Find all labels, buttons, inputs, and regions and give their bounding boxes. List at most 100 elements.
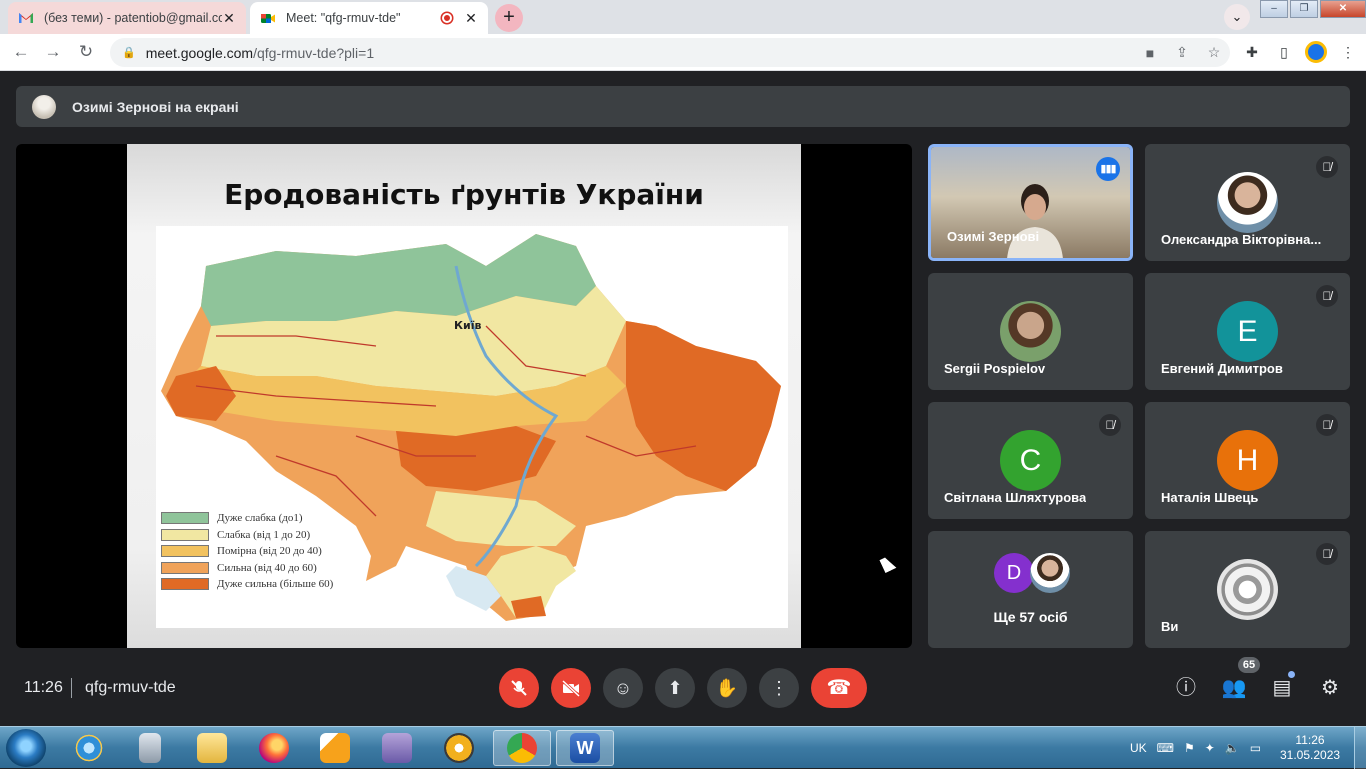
taskbar-app-word[interactable]: W (556, 730, 614, 766)
recording-icon (442, 13, 452, 23)
lock-icon: 🔒 (122, 47, 136, 59)
profile-avatar[interactable] (1300, 39, 1332, 65)
gmail-icon (19, 13, 33, 23)
taskbar-app-save[interactable] (368, 730, 426, 766)
taskbar-app-firefox[interactable] (245, 730, 303, 766)
taskbar-app-media-player[interactable] (306, 730, 364, 766)
mic-toggle-button[interactable] (499, 668, 539, 708)
legend-swatch (161, 561, 209, 574)
taskbar-app-security[interactable] (430, 730, 488, 766)
window-controls: – ❐ ✕ (1258, 0, 1366, 18)
more-participants-tile[interactable]: D Ще 57 осіб (928, 531, 1133, 648)
legend-item: Сильна (від 40 до 60) (161, 560, 333, 577)
speaking-indicator-icon: ▮▮▮ (1096, 157, 1120, 181)
chat-button[interactable]: ▤ (1266, 674, 1298, 702)
participant-name: Sergii Pospielov (944, 361, 1046, 376)
minimize-button[interactable]: – (1260, 0, 1288, 18)
meet-icon (261, 14, 275, 23)
show-desktop-button[interactable] (1354, 727, 1366, 769)
meeting-clock: 11:26 (24, 679, 63, 696)
people-icon: 👥 (1221, 677, 1247, 699)
meeting-controls: 11:26 qfg-rmuv-tde ☺ ⬆ ✋ ⋮ ☎ ⓘ 65 👥 ▤ ⚙ (0, 650, 1366, 726)
antivirus-icon[interactable]: ✦ (1205, 741, 1215, 755)
volume-icon[interactable]: 🔈 (1225, 741, 1240, 755)
tab-meet[interactable]: Meet: "qfg-rmuv-tde" ✕ (250, 2, 488, 34)
new-tab-button[interactable]: + (495, 4, 523, 32)
taskbar-app-explorer[interactable] (183, 730, 241, 766)
legend-label: Слабка (від 1 до 20) (217, 528, 311, 541)
participant-name: Наталія Швець (1161, 490, 1259, 505)
mic-off-icon: 🎙̸ (1316, 543, 1338, 565)
url-path: /qfg-rmuv-tde?pli=1 (253, 44, 375, 61)
avatar: Н (1217, 430, 1278, 491)
divider (71, 678, 72, 698)
avatar (1000, 301, 1061, 362)
participant-tile-presenter[interactable]: ▮▮▮ Озимі Зернові (928, 144, 1133, 261)
mic-off-icon: 🎙̸ (1099, 414, 1121, 436)
network-icon[interactable]: ⚑ (1184, 741, 1195, 755)
emoji-icon: ☺ (613, 678, 633, 698)
participant-video-person (1007, 184, 1063, 258)
close-tab-icon[interactable]: ✕ (464, 10, 478, 27)
taskbar-app-calculator[interactable] (121, 730, 179, 766)
present-screen-button[interactable]: ⬆ (655, 668, 695, 708)
people-button[interactable]: 👥 (1218, 674, 1250, 702)
avatar: E (1217, 301, 1278, 362)
more-options-button[interactable]: ⋮ (759, 668, 799, 708)
firefox-icon (259, 733, 289, 763)
language-indicator[interactable]: UK (1130, 741, 1147, 755)
floppy-disk-icon (382, 733, 412, 763)
os-taskbar: W UK ⌨ ⚑ ✦ 🔈 ▭ 11:26 31.05.2023 (0, 726, 1366, 769)
legend-item: Помірна (від 20 до 40) (161, 543, 333, 560)
legend-label: Дуже слабка (до1) (217, 512, 303, 525)
participant-tile[interactable]: C 🎙̸ Світлана Шляхтурова (928, 402, 1133, 519)
leave-call-button[interactable]: ☎ (811, 668, 867, 708)
close-window-button[interactable]: ✕ (1320, 0, 1366, 18)
chat-notification-dot (1288, 671, 1295, 678)
present-icon: ⬆ (667, 678, 683, 698)
share-icon[interactable]: ⇪ (1166, 44, 1198, 61)
hang-up-icon: ☎ (826, 677, 852, 699)
more-participants-label: Ще 57 осіб (993, 609, 1068, 625)
activities-button[interactable]: ⚙ (1314, 674, 1346, 702)
back-arrow-icon[interactable]: ← (8, 39, 34, 65)
url-host: meet.google.com (145, 44, 254, 61)
shared-slide: Еродованість ґрунтів України Київ Дуже с… (127, 144, 801, 648)
presentation-stage: Еродованість ґрунтів України Київ Дуже с… (16, 144, 912, 648)
system-clock[interactable]: 11:26 31.05.2023 (1280, 733, 1340, 763)
tab-search-chevron-icon[interactable]: ⌄ (1224, 4, 1250, 30)
participant-tile[interactable]: Н 🎙̸ Наталія Швець (1145, 402, 1350, 519)
address-bar[interactable]: 🔒 meet.google.com/qfg-rmuv-tde?pli=1 ■ ⇪… (110, 38, 1230, 67)
display-icon[interactable]: ▭ (1250, 741, 1261, 755)
maximize-button[interactable]: ❐ (1290, 0, 1318, 18)
avatar (1217, 172, 1278, 233)
forward-arrow-icon[interactable]: → (40, 39, 66, 65)
extensions-puzzle-icon[interactable]: ✚ (1236, 39, 1268, 65)
tab-gmail[interactable]: (без теми) - patentiob@gmail.co ✕ (8, 2, 246, 34)
taskbar-app-ie[interactable] (60, 730, 118, 766)
close-tab-icon[interactable]: ✕ (222, 10, 236, 27)
participant-tile[interactable]: 🎙̸ Олександра Вікторівна... (1145, 144, 1350, 261)
participant-tile[interactable]: E 🎙̸ Евгений Димитров (1145, 273, 1350, 390)
map-legend: Дуже слабка (до1) Слабка (від 1 до 20) П… (161, 510, 333, 593)
self-tile[interactable]: 🎙̸ Ви (1145, 531, 1350, 648)
reload-icon[interactable]: ↻ (73, 39, 99, 65)
browser-menu-icon[interactable]: ⋮ (1332, 39, 1364, 65)
camera-toggle-button[interactable] (551, 668, 591, 708)
raise-hand-button[interactable]: ✋ (707, 668, 747, 708)
bookmark-star-icon[interactable]: ☆ (1198, 44, 1230, 61)
participant-tile[interactable]: Sergii Pospielov (928, 273, 1133, 390)
side-panel-icon[interactable]: ▯ (1268, 39, 1300, 65)
media-player-icon (320, 733, 350, 763)
keyboard-icon[interactable]: ⌨ (1157, 741, 1174, 755)
camera-blocked-icon[interactable]: ■ (1134, 45, 1166, 61)
map-city-label: Київ (454, 319, 482, 332)
presenting-banner: Озимі Зернові на екрані (16, 86, 1350, 127)
start-button[interactable] (6, 729, 46, 767)
hand-icon: ✋ (715, 678, 739, 698)
taskbar-app-chrome[interactable] (493, 730, 551, 766)
meeting-info-button[interactable]: ⓘ (1170, 674, 1202, 702)
camera-off-icon (561, 679, 581, 698)
participant-name: Ви (1161, 619, 1179, 634)
reactions-button[interactable]: ☺ (603, 668, 643, 708)
